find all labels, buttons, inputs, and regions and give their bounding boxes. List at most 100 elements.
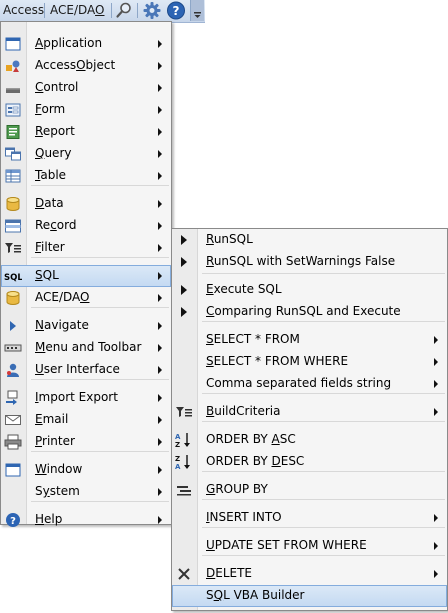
- main-menu-item-user-interface[interactable]: User Interface: [1, 359, 171, 381]
- sort-asc-icon: AZ: [175, 432, 193, 449]
- main-menu-item-table[interactable]: Table: [1, 165, 171, 187]
- sql-menu-item-select-from-where[interactable]: SELECT * FROM WHERE: [172, 351, 447, 373]
- menu-item-label: SQL VBA Builder: [206, 588, 304, 602]
- label-post: pplication: [43, 36, 103, 50]
- acedao-menu-button[interactable]: ACE/DAO: [47, 0, 107, 21]
- group-icon: [175, 482, 193, 498]
- main-menu-item-accessobject[interactable]: AccessObject: [1, 55, 171, 77]
- label-post: ESC: [280, 454, 305, 468]
- search-icon[interactable]: [114, 1, 134, 20]
- main-menu-item-report[interactable]: Report: [1, 121, 171, 143]
- sql-menu-item-comma-separated-fields-string[interactable]: Comma separated fields string: [172, 373, 447, 395]
- report-icon: [4, 124, 22, 140]
- submenu-arrow-icon: [434, 358, 438, 366]
- main-menu-item-control[interactable]: Control: [1, 77, 171, 99]
- sql-menu-item-update-set-from-where[interactable]: UPDATE SET FROM WHERE: [172, 535, 447, 557]
- import-export-icon: [4, 390, 22, 406]
- menu-item-label: User Interface: [35, 362, 120, 376]
- label-post: ord: [56, 218, 77, 232]
- sql-menu-item-select-from[interactable]: SELECT * FROM: [172, 329, 447, 351]
- submenu-arrow-icon: [158, 322, 162, 330]
- access-menu-button[interactable]: Access: [0, 0, 47, 21]
- control-icon: [4, 80, 22, 96]
- help-icon[interactable]: ?: [166, 1, 186, 20]
- sql-menu-item-group-by[interactable]: GROUP BY: [172, 479, 447, 501]
- label-post: xecute SQL: [213, 282, 282, 296]
- label-u: D: [271, 454, 281, 468]
- main-menu-item-ace-dao[interactable]: ACE/DAO: [1, 287, 171, 309]
- acedao-label-pre: ACE/DA: [50, 3, 96, 17]
- sql-menu-item-runsql-with-setwarnings-false[interactable]: RunSQL with SetWarnings False: [172, 251, 447, 273]
- sql-menu-item-comparing-runsql-and-execute[interactable]: Comparing RunSQL and Execute: [172, 301, 447, 323]
- main-menu-item-query[interactable]: Query: [1, 143, 171, 165]
- chevron-down-icon: [194, 12, 201, 18]
- main-menu-item-window[interactable]: Window: [1, 459, 171, 481]
- main-menu-item-data[interactable]: Data: [1, 193, 171, 215]
- sort-desc-icon: ZA: [175, 454, 193, 471]
- main-menu-item-record[interactable]: Record: [1, 215, 171, 237]
- sql-menu-item-runsql[interactable]: RunSQL: [172, 229, 447, 251]
- table-icon: [4, 168, 22, 184]
- sql-menu-item-sql-vba-builder[interactable]: SQL VBA Builder: [172, 585, 447, 607]
- label-pre: ACE/DA: [35, 290, 81, 304]
- play-icon: [175, 232, 193, 248]
- svg-text:A: A: [175, 433, 181, 441]
- label-post: ser Interface: [43, 362, 120, 376]
- main-menu-item-navigate[interactable]: Navigate: [1, 315, 171, 337]
- main-menu-item-filter[interactable]: Filter: [1, 237, 171, 259]
- label-u: U: [35, 362, 44, 376]
- label-post: avigate: [43, 318, 89, 332]
- label-u: S: [206, 354, 214, 368]
- main-menu-item-form[interactable]: Form: [1, 99, 171, 121]
- sql-menu-item-buildcriteria[interactable]: BuildCriteria: [172, 401, 447, 423]
- label-post: unSQL: [213, 232, 253, 246]
- play-icon: [175, 304, 193, 320]
- submenu-arrow-icon: [158, 366, 162, 374]
- menu-item-label: Control: [35, 80, 78, 94]
- menu-item-label: Record: [35, 218, 76, 232]
- label-post: eport: [42, 124, 75, 138]
- main-menu-item-menu-and-toolbar[interactable]: Menu and Toolbar: [1, 337, 171, 359]
- main-menu-item-import-export[interactable]: Import Export: [1, 387, 171, 409]
- menu-item-label: Query: [35, 146, 71, 160]
- submenu-arrow-icon: [158, 294, 162, 302]
- label-pre: Comma separated fields string: [206, 376, 392, 390]
- main-menu-item-help[interactable]: ? Help: [1, 509, 171, 531]
- menu-item-label: SQL: [35, 268, 59, 282]
- label-u: y: [42, 484, 50, 498]
- label-u: c: [50, 218, 57, 232]
- label-u: S: [35, 268, 43, 282]
- menu-toolbar-icon: [4, 340, 22, 356]
- label-u: P: [35, 434, 43, 448]
- sql-menu-item-delete[interactable]: DELETE: [172, 563, 447, 585]
- toolbar: Access ACE/DAO ?: [0, 0, 205, 23]
- label-u: W: [35, 462, 47, 476]
- main-menu-item-application[interactable]: Application: [1, 33, 171, 55]
- main-menu-item-system[interactable]: System: [1, 481, 171, 503]
- filter-icon: [4, 240, 22, 256]
- main-menu-item-printer[interactable]: Printer: [1, 431, 171, 453]
- form-icon: [4, 102, 22, 118]
- label-post: bject: [85, 58, 116, 72]
- label-post: uery: [44, 146, 72, 160]
- sql-menu-item-order-by-desc[interactable]: Z A ORDER BY DESC: [172, 451, 447, 473]
- label-post: ELECT * FROM WHERE: [213, 354, 349, 368]
- submenu-arrow-icon: [434, 408, 438, 416]
- label-pre: S: [35, 484, 43, 498]
- sql-menu-item-insert-into[interactable]: INSERT INTO: [172, 507, 447, 529]
- label-u: R: [35, 124, 43, 138]
- sql-menu-item-execute-sql[interactable]: Execute SQL: [172, 279, 447, 301]
- submenu-arrow-icon: [158, 200, 162, 208]
- toolbar-dropdown-button[interactable]: [190, 0, 204, 21]
- submenu-arrow-icon: [158, 244, 162, 252]
- database-icon: [4, 196, 22, 212]
- menu-item-label: Data: [35, 196, 64, 210]
- label-u: O: [76, 58, 86, 72]
- gear-icon[interactable]: [142, 1, 162, 20]
- menu-item-label: UPDATE SET FROM WHERE: [206, 538, 367, 552]
- label-u: R: [206, 232, 214, 246]
- sql-menu-item-order-by-asc[interactable]: A Z ORDER BY ASC: [172, 429, 447, 451]
- main-menu-item-email[interactable]: Email: [1, 409, 171, 431]
- svg-text:Z: Z: [175, 455, 180, 463]
- main-menu-item-sql[interactable]: SQL SQL: [1, 265, 171, 287]
